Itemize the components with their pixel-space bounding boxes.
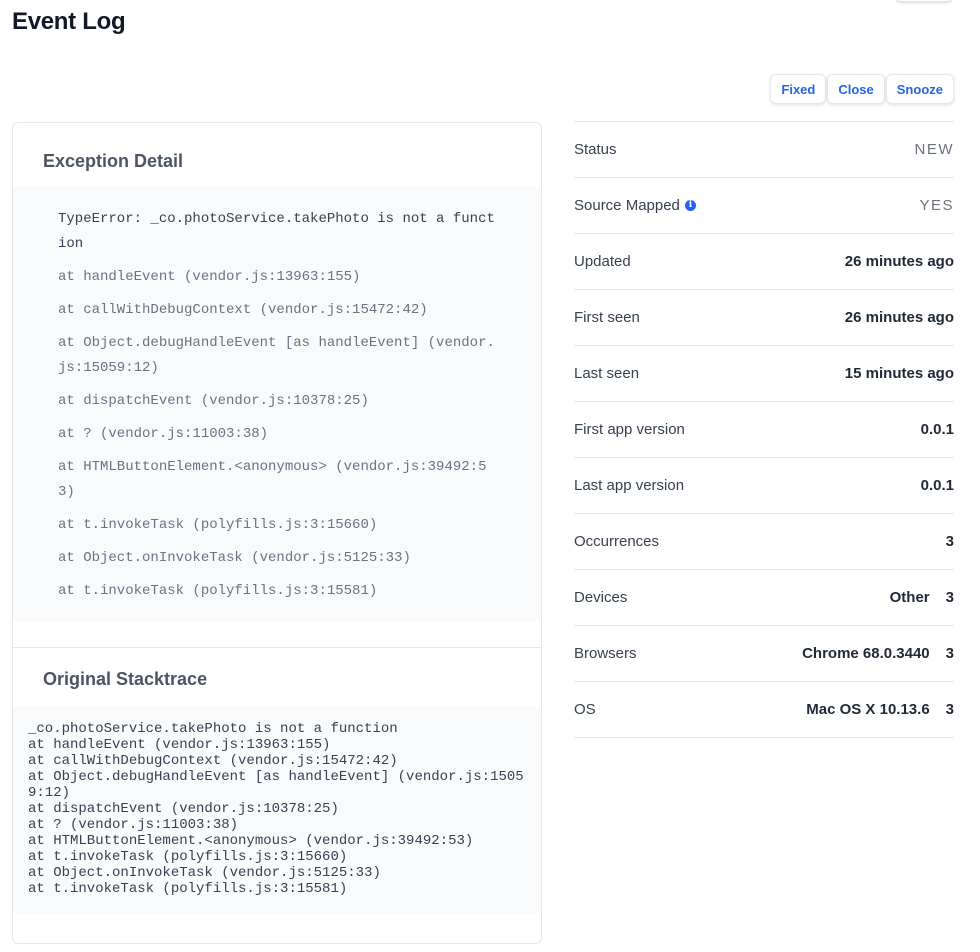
last-seen-label: Last seen xyxy=(574,365,640,382)
exception-line: at ? (vendor.js:11003:38) xyxy=(58,426,269,442)
exception-detail-title: Exception Detail xyxy=(43,151,184,171)
devices-label: Devices xyxy=(574,589,628,606)
stacktrace-line: at Object.onInvokeTask (vendor.js:5125:3… xyxy=(28,865,381,881)
browsers-label: Browsers xyxy=(574,645,637,662)
occurrences-label: Occurrences xyxy=(574,533,660,550)
stacktrace-line: at t.invokeTask (polyfills.js:3:15581) xyxy=(28,881,348,897)
meta-row-first-seen: First seen 26 minutes ago xyxy=(574,290,954,346)
devices-value: Other xyxy=(889,589,930,606)
exception-line: at handleEvent (vendor.js:13963:155) xyxy=(58,269,361,285)
source-mapped-label: Source Mapped xyxy=(574,197,680,214)
meta-row-updated: Updated 26 minutes ago xyxy=(574,234,954,290)
exception-line: TypeError: _co.photoService.takePhoto is… xyxy=(58,211,495,252)
exception-line: at Object.debugHandleEvent [as handleEve… xyxy=(58,335,495,376)
top-edge-button[interactable] xyxy=(895,0,953,2)
action-bar: Fixed Close Snooze xyxy=(770,74,954,104)
meta-row-browsers: Browsers Chrome 68.0.3440 3 xyxy=(574,626,954,682)
stacktrace-line: at HTMLButtonElement.<anonymous> (vendor… xyxy=(28,833,474,849)
source-mapped-value: YES xyxy=(919,197,954,214)
snooze-button[interactable]: Snooze xyxy=(885,74,954,104)
meta-row-devices: Devices Other 3 xyxy=(574,570,954,626)
first-seen-value: 26 minutes ago xyxy=(844,309,954,326)
stacktrace-line: at t.invokeTask (polyfills.js:3:15660) xyxy=(28,849,348,865)
original-stacktrace-title: Original Stacktrace xyxy=(43,669,208,689)
fixed-button[interactable]: Fixed xyxy=(770,74,827,104)
stacktrace-line: at dispatchEvent (vendor.js:10378:25) xyxy=(28,801,339,817)
updated-value: 26 minutes ago xyxy=(844,253,954,270)
exception-line: at callWithDebugContext (vendor.js:15472… xyxy=(58,302,428,318)
stacktrace-line: at Object.debugHandleEvent [as handleEve… xyxy=(28,769,524,801)
browsers-value: Chrome 68.0.3440 xyxy=(802,645,930,662)
meta-row-os: OS Mac OS X 10.13.6 3 xyxy=(574,682,954,738)
stacktrace-line: at handleEvent (vendor.js:13963:155) xyxy=(28,737,331,753)
stacktrace-panel: Exception Detail TypeError: _co.photoSer… xyxy=(12,122,542,944)
exception-line: at Object.onInvokeTask (vendor.js:5125:3… xyxy=(58,550,411,566)
last-app-version-label: Last app version xyxy=(574,477,685,494)
devices-count: 3 xyxy=(945,589,954,606)
last-app-version-value: 0.0.1 xyxy=(920,477,954,494)
status-label: Status xyxy=(574,141,617,158)
first-seen-label: First seen xyxy=(574,309,640,326)
meta-row-last-app-version: Last app version 0.0.1 xyxy=(574,458,954,514)
os-value: Mac OS X 10.13.6 xyxy=(806,701,930,718)
source-mapped-label-wrap: Source Mapped i xyxy=(574,197,919,214)
occurrences-value: 3 xyxy=(945,533,954,550)
exception-line: at dispatchEvent (vendor.js:10378:25) xyxy=(58,393,369,409)
stacktrace-line: at callWithDebugContext (vendor.js:15472… xyxy=(28,753,398,769)
os-label: OS xyxy=(574,701,596,718)
exception-line: at HTMLButtonElement.<anonymous> (vendor… xyxy=(58,459,487,500)
info-icon[interactable]: i xyxy=(684,200,696,211)
browsers-count: 3 xyxy=(945,645,954,662)
section-divider xyxy=(13,647,541,648)
meta-row-first-app-version: First app version 0.0.1 xyxy=(574,402,954,458)
event-metadata-list: Status NEW Source Mapped i YES Updated 2… xyxy=(574,121,954,738)
stacktrace-line: at ? (vendor.js:11003:38) xyxy=(28,817,239,833)
first-app-version-label: First app version xyxy=(574,421,685,438)
stacktrace-line: _co.photoService.takePhoto is not a func… xyxy=(28,721,398,737)
updated-label: Updated xyxy=(574,253,631,270)
exception-line: at t.invokeTask (polyfills.js:3:15660) xyxy=(58,517,378,533)
meta-row-last-seen: Last seen 15 minutes ago xyxy=(574,346,954,402)
meta-row-status: Status NEW xyxy=(574,122,954,178)
meta-row-source-mapped: Source Mapped i YES xyxy=(574,178,954,234)
status-badge: NEW xyxy=(914,141,954,158)
page-title: Event Log xyxy=(12,8,126,35)
meta-row-occurrences: Occurrences 3 xyxy=(574,514,954,570)
exception-line: at t.invokeTask (polyfills.js:3:15581) xyxy=(58,583,378,599)
exception-detail-box: TypeError: _co.photoService.takePhoto is… xyxy=(13,187,541,622)
os-count: 3 xyxy=(945,701,954,718)
last-seen-value: 15 minutes ago xyxy=(844,365,954,382)
original-stacktrace-box: _co.photoService.takePhoto is not a func… xyxy=(13,707,541,913)
close-button[interactable]: Close xyxy=(827,74,885,104)
first-app-version-value: 0.0.1 xyxy=(920,421,954,438)
